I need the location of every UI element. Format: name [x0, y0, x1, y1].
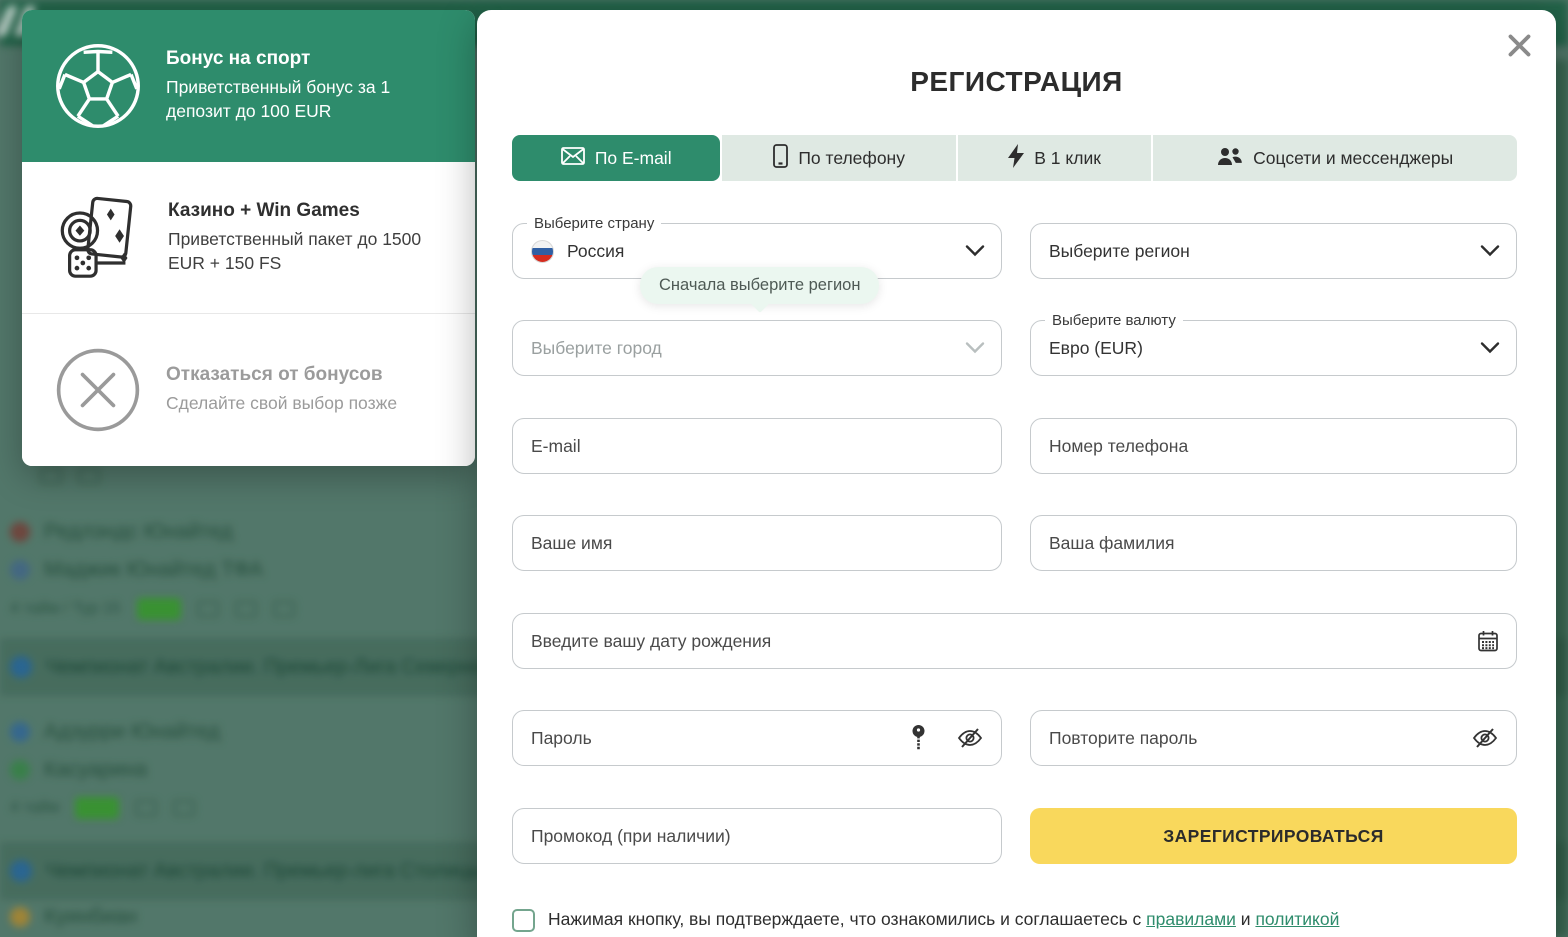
- password-repeat-field[interactable]: [1049, 728, 1429, 749]
- agreement-text-and: и: [1236, 909, 1256, 929]
- registration-modal: РЕГИСТРАЦИЯ По E-mail: [477, 10, 1556, 937]
- rules-link[interactable]: правилами: [1146, 909, 1236, 929]
- policy-link[interactable]: политикой: [1255, 909, 1339, 929]
- register-button[interactable]: ЗАРЕГИСТРИРОВАТЬСЯ: [1030, 808, 1517, 864]
- promo-code-field[interactable]: [531, 826, 983, 847]
- bonus-title: Отказаться от бонусов: [166, 364, 397, 386]
- phone-icon: [773, 144, 788, 173]
- calendar-icon[interactable]: [1478, 631, 1498, 652]
- tab-label: В 1 клик: [1034, 148, 1101, 169]
- page: Редлэндс Юнайтед Маджик Юнайтед ТФА 4 та…: [0, 0, 1568, 937]
- tab-social[interactable]: Соцсети и мессенджеры: [1153, 135, 1517, 181]
- casino-chip-cards-icon: [52, 191, 146, 285]
- phone-field-wrap: [1030, 418, 1517, 474]
- lightning-icon: [1008, 144, 1024, 173]
- people-icon: [1217, 146, 1243, 171]
- bonus-title: Казино + Win Games: [168, 200, 453, 222]
- tab-one-click[interactable]: В 1 клик: [958, 135, 1151, 181]
- phone-field[interactable]: [1049, 436, 1498, 457]
- agreement-checkbox[interactable]: [512, 909, 535, 932]
- first-name-field-wrap: [512, 515, 1002, 571]
- envelope-icon: [561, 147, 585, 170]
- page-title: РЕГИСТРАЦИЯ: [477, 66, 1556, 98]
- currency-label: Выберите валюту: [1045, 312, 1183, 330]
- country-label: Выберите страну: [527, 215, 661, 233]
- close-icon[interactable]: [1504, 30, 1534, 60]
- city-select[interactable]: Выберите город: [512, 320, 1002, 376]
- bonus-option-texts: Отказаться от бонусов Сделайте свой выбо…: [166, 364, 397, 416]
- last-name-field-wrap: [1030, 515, 1517, 571]
- chevron-down-icon: [965, 241, 985, 262]
- tab-label: По E-mail: [595, 148, 672, 169]
- eye-slash-icon[interactable]: [1472, 728, 1498, 748]
- cross-circle-icon: [52, 345, 144, 435]
- region-select[interactable]: Выберите регион: [1030, 223, 1517, 279]
- bonus-option-refuse[interactable]: Отказаться от бонусов Сделайте свой выбо…: [22, 313, 475, 466]
- region-placeholder: Выберите регион: [1049, 241, 1190, 262]
- bonus-selector-card: Бонус на спорт Приветственный бонус за 1…: [22, 10, 475, 466]
- tab-phone[interactable]: По телефону: [722, 135, 955, 181]
- registration-tabs: По E-mail По телефону В 1 клик: [512, 135, 1517, 181]
- tab-email[interactable]: По E-mail: [512, 135, 720, 181]
- birth-date-field-wrap: [512, 613, 1517, 669]
- email-field-wrap: [512, 418, 1002, 474]
- promo-code-field-wrap: [512, 808, 1002, 864]
- tab-label: Соцсети и мессенджеры: [1253, 148, 1453, 169]
- eye-slash-icon[interactable]: [957, 728, 983, 748]
- chevron-down-icon: [1480, 241, 1500, 262]
- last-name-field[interactable]: [1049, 533, 1498, 554]
- generate-password-key-icon[interactable]: [912, 725, 925, 751]
- bonus-option-sport[interactable]: Бонус на спорт Приветственный бонус за 1…: [22, 10, 475, 162]
- currency-value: Евро (EUR): [1049, 338, 1143, 359]
- password-field[interactable]: [531, 728, 861, 749]
- country-value: Россия: [567, 241, 624, 262]
- bonus-description: Приветственный пакет до 1500 EUR + 150 F…: [168, 228, 453, 276]
- email-field[interactable]: [531, 436, 983, 457]
- soccer-ball-icon: [52, 40, 144, 132]
- bonus-option-casino[interactable]: Казино + Win Games Приветственный пакет …: [22, 162, 475, 314]
- agreement-text: Нажимая кнопку, вы подтверждаете, что оз…: [548, 908, 1339, 931]
- password-field-wrap: [512, 710, 1002, 766]
- bonus-description: Сделайте свой выбор позже: [166, 392, 397, 416]
- chevron-down-icon: [1480, 338, 1500, 359]
- russia-flag-icon: [531, 240, 554, 263]
- bonus-option-texts: Казино + Win Games Приветственный пакет …: [168, 200, 453, 276]
- chevron-down-icon: [965, 338, 985, 359]
- bonus-title: Бонус на спорт: [166, 48, 451, 70]
- first-name-field[interactable]: [531, 533, 983, 554]
- city-placeholder: Выберите город: [531, 338, 662, 359]
- password-repeat-field-wrap: [1030, 710, 1517, 766]
- bonus-description: Приветственный бонус за 1 депозит до 100…: [166, 76, 451, 124]
- city-tooltip: Сначала выберите регион: [640, 267, 879, 304]
- tab-label: По телефону: [798, 148, 905, 169]
- bonus-option-texts: Бонус на спорт Приветственный бонус за 1…: [166, 48, 451, 124]
- agreement-text-before: Нажимая кнопку, вы подтверждаете, что оз…: [548, 909, 1146, 929]
- birth-date-field[interactable]: [531, 631, 1498, 652]
- currency-select[interactable]: Выберите валюту Евро (EUR): [1030, 320, 1517, 376]
- agreement-row: Нажимая кнопку, вы подтверждаете, что оз…: [512, 908, 1522, 932]
